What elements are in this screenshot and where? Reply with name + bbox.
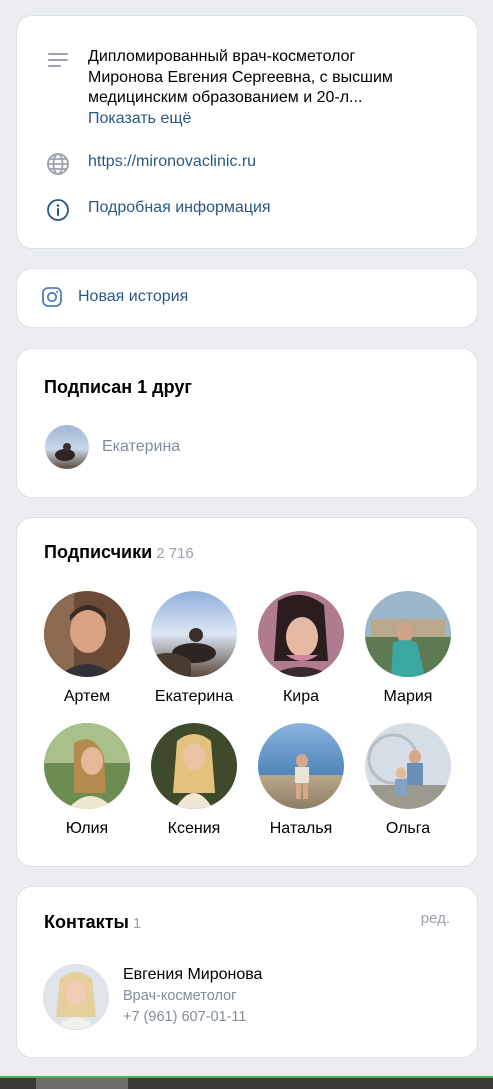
- contacts-title[interactable]: Контакты 1: [44, 912, 141, 933]
- bottom-strip: [0, 1076, 493, 1089]
- avatar[interactable]: [365, 723, 451, 809]
- info-icon: [45, 197, 71, 223]
- follower-name[interactable]: Кира: [246, 687, 356, 707]
- contact-phone[interactable]: +7 (961) 607-01-11: [123, 1007, 262, 1028]
- edit-contacts-link[interactable]: ред.: [421, 910, 450, 927]
- avatar[interactable]: [44, 591, 130, 677]
- details-link[interactable]: Подробная информация: [88, 197, 271, 219]
- followers-count: 2 716: [156, 545, 194, 562]
- follower-item[interactable]: Юлия: [32, 723, 142, 839]
- followers-title[interactable]: Подписчики 2 716: [44, 542, 194, 563]
- profile-info-card: Дипломированный врач-косметолог Миронова…: [16, 15, 478, 249]
- description-text: Дипломированный врач-косметолог Миронова…: [88, 47, 428, 129]
- friend-item[interactable]: Екатерина: [45, 425, 180, 469]
- subscribed-friends-card: Подписан 1 друг Екатерина: [16, 348, 478, 498]
- follower-name[interactable]: Ольга: [353, 819, 463, 839]
- avatar[interactable]: [365, 591, 451, 677]
- new-story-button[interactable]: Новая история: [39, 284, 188, 310]
- follower-item[interactable]: Наталья: [246, 723, 356, 839]
- avatar[interactable]: [45, 425, 89, 469]
- contact-item[interactable]: Евгения Миронова Врач-косметолог +7 (961…: [43, 964, 262, 1030]
- globe-icon: [45, 151, 71, 177]
- description-row: Дипломированный врач-косметолог Миронова…: [45, 47, 428, 129]
- contacts-title-text: Контакты: [44, 912, 129, 932]
- website-row[interactable]: https://mironovaclinic.ru: [45, 151, 256, 177]
- avatar[interactable]: [258, 591, 344, 677]
- description-line: Миронова Евгения Сергеевна, с высшим: [88, 68, 393, 86]
- bottom-block: [36, 1078, 128, 1089]
- contacts-card: Контакты 1 ред. Евгения Миронова Врач-кос…: [16, 886, 478, 1058]
- follower-item[interactable]: Кира: [246, 591, 356, 707]
- avatar[interactable]: [44, 723, 130, 809]
- followers-title-text: Подписчики: [44, 542, 153, 562]
- follower-item[interactable]: Ольга: [353, 723, 463, 839]
- friends-title: Подписан 1 друг: [44, 377, 192, 397]
- followers-card: Подписчики 2 716 Артем Екатерина Кира Ма…: [16, 517, 478, 867]
- follower-item[interactable]: Ксения: [139, 723, 249, 839]
- follower-item[interactable]: Артем: [32, 591, 142, 707]
- new-story-label: Новая история: [78, 288, 189, 305]
- follower-item[interactable]: Екатерина: [139, 591, 249, 707]
- follower-name[interactable]: Юлия: [32, 819, 142, 839]
- follower-item[interactable]: Мария: [353, 591, 463, 707]
- follower-name[interactable]: Екатерина: [139, 687, 249, 707]
- lines-icon: [45, 47, 71, 73]
- description-line: медицинским образованием и 20-л...: [88, 89, 363, 106]
- contact-role: Врач-косметолог: [123, 988, 237, 1004]
- avatar[interactable]: [151, 723, 237, 809]
- friend-name[interactable]: Екатерина: [102, 438, 180, 456]
- avatar[interactable]: [151, 591, 237, 677]
- website-link[interactable]: https://mironovaclinic.ru: [88, 151, 256, 173]
- contacts-count: 1: [132, 915, 142, 932]
- follower-name[interactable]: Ксения: [139, 819, 249, 839]
- follower-name[interactable]: Артем: [32, 687, 142, 707]
- follower-name[interactable]: Мария: [353, 687, 463, 707]
- contact-name[interactable]: Евгения Миронова: [123, 964, 262, 986]
- description-line: Дипломированный врач-косметолог: [88, 48, 356, 65]
- avatar[interactable]: [258, 723, 344, 809]
- show-more-link[interactable]: Показать ещё: [88, 109, 428, 130]
- follower-name[interactable]: Наталья: [246, 819, 356, 839]
- contact-info: Евгения Миронова Врач-косметолог +7 (961…: [123, 964, 262, 1028]
- instagram-icon: [39, 284, 65, 310]
- avatar[interactable]: [43, 964, 109, 1030]
- new-story-card[interactable]: Новая история: [16, 268, 478, 328]
- details-row[interactable]: Подробная информация: [45, 197, 271, 223]
